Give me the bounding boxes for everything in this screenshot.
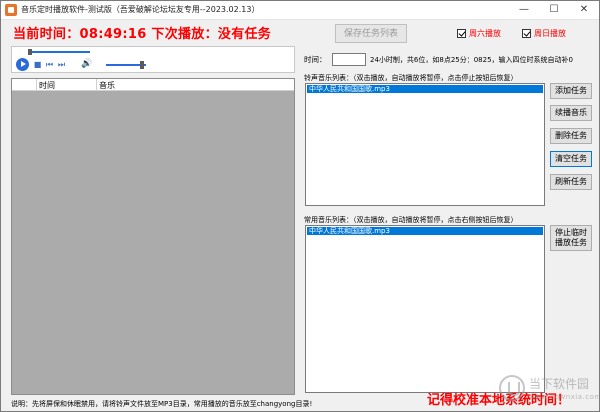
- checkbox-checked-icon[interactable]: [522, 29, 531, 38]
- time-input[interactable]: [332, 53, 366, 66]
- column-music[interactable]: 音乐: [99, 80, 115, 91]
- time-format-hint: 24小时制，共6位，如8点25分：0825，输入四位时系统自动补0: [370, 56, 573, 64]
- play-icon[interactable]: [16, 58, 29, 71]
- app-icon: [5, 4, 17, 16]
- add-task-button[interactable]: 添加任务: [550, 83, 592, 99]
- seek-handle[interactable]: [28, 49, 32, 55]
- ring-list-label: 铃声音乐列表：（双击播放，自动播放将暂停，点击停止按钮后恢复）: [304, 74, 518, 82]
- watermark-title: 当下软件园: [529, 377, 590, 391]
- watermark-url: www.downxia.com: [529, 393, 600, 401]
- save-task-list-button[interactable]: 保存任务列表: [335, 24, 407, 43]
- common-music-list[interactable]: 中华人民共和国国歌.mp3: [305, 225, 545, 393]
- saturday-checkbox[interactable]: 周六播放: [457, 28, 501, 39]
- watermark: 当下软件园 www.downxia.com: [499, 373, 600, 407]
- checkbox-checked-icon[interactable]: [457, 29, 466, 38]
- title-bar: 音乐定时播放软件-测试版（吾爱破解论坛坛友专用--2023.02.13） — ☐…: [1, 1, 599, 20]
- close-button[interactable]: ✕: [569, 1, 599, 19]
- clear-task-button[interactable]: 清空任务: [550, 151, 592, 167]
- watermark-logo-icon: [499, 375, 525, 401]
- current-time-status: 当前时间：08:49:16 下次播放：没有任务: [13, 27, 272, 42]
- list-item-selected[interactable]: 中华人民共和国国歌.mp3: [307, 227, 543, 235]
- media-player: ■ ⏮ ⏭ 🔊: [11, 46, 295, 73]
- stop-temp-task-button[interactable]: 停止临时播放任务: [550, 225, 592, 251]
- window-title: 音乐定时播放软件-测试版（吾爱破解论坛坛友专用--2023.02.13）: [21, 5, 260, 14]
- resume-music-button[interactable]: 续播音乐: [550, 105, 592, 121]
- list-item-selected[interactable]: 中华人民共和国国歌.mp3: [307, 85, 543, 93]
- saturday-checkbox-label: 周六播放: [469, 29, 501, 38]
- ring-music-list[interactable]: 中华人民共和国国歌.mp3: [305, 83, 545, 206]
- column-time[interactable]: 时间: [39, 80, 55, 91]
- footer-note: 说明：先将屏保和休眠禁用，请将铃声文件放至MP3目录，常用播放的音乐放至chan…: [11, 400, 313, 408]
- refresh-task-button[interactable]: 刷新任务: [550, 174, 592, 190]
- sunday-checkbox[interactable]: 周日播放: [522, 28, 566, 39]
- next-icon[interactable]: ⏭: [57, 60, 66, 69]
- speaker-icon[interactable]: 🔊: [81, 60, 92, 69]
- minimize-button[interactable]: —: [509, 1, 539, 19]
- common-list-label: 常用音乐列表：（双击播放，自动播放将暂停，点击右侧按钮后恢复）: [304, 216, 518, 224]
- maximize-button[interactable]: ☐: [539, 1, 569, 19]
- app-window: 音乐定时播放软件-测试版（吾爱破解论坛坛友专用--2023.02.13） — ☐…: [0, 0, 600, 412]
- column-divider[interactable]: [96, 79, 97, 90]
- delete-task-button[interactable]: 删除任务: [550, 128, 592, 144]
- column-divider[interactable]: [36, 79, 37, 90]
- playlist-header: 时间 音乐: [12, 79, 294, 91]
- stop-icon[interactable]: ■: [33, 60, 42, 69]
- time-label: 时间：: [304, 55, 327, 64]
- sunday-checkbox-label: 周日播放: [534, 29, 566, 38]
- previous-icon[interactable]: ⏮: [45, 60, 54, 69]
- task-playlist[interactable]: 时间 音乐: [11, 78, 295, 395]
- seek-bar[interactable]: [30, 51, 90, 53]
- volume-handle[interactable]: [140, 61, 144, 69]
